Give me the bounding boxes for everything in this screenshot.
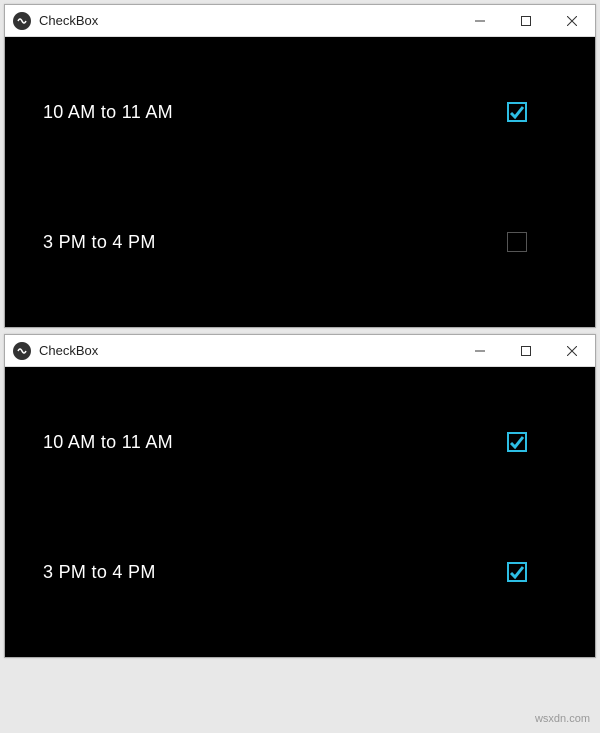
window-title: CheckBox [39,343,457,358]
checkbox-10am[interactable] [507,102,527,122]
window-2: CheckBox 10 AM to 11 AM 3 PM to 4 PM [4,334,596,658]
titlebar: CheckBox [5,5,595,37]
checkbox-row: 3 PM to 4 PM [13,177,587,307]
titlebar: CheckBox [5,335,595,367]
window-1: CheckBox 10 AM to 11 AM 3 PM to 4 PM [4,4,596,328]
window-controls [457,335,595,366]
client-area: 10 AM to 11 AM 3 PM to 4 PM [5,367,595,657]
maximize-button[interactable] [503,5,549,36]
app-icon [13,12,31,30]
checkbox-label: 10 AM to 11 AM [43,432,173,453]
minimize-button[interactable] [457,5,503,36]
checkbox-3pm[interactable] [507,232,527,252]
checkbox-row: 3 PM to 4 PM [13,507,587,637]
close-button[interactable] [549,5,595,36]
watermark: wsxdn.com [535,713,590,725]
client-area: 10 AM to 11 AM 3 PM to 4 PM [5,37,595,327]
maximize-button[interactable] [503,335,549,366]
window-title: CheckBox [39,13,457,28]
checkbox-10am[interactable] [507,432,527,452]
minimize-button[interactable] [457,335,503,366]
checkbox-row: 10 AM to 11 AM [13,377,587,507]
app-icon [13,342,31,360]
checkbox-label: 3 PM to 4 PM [43,562,156,583]
checkbox-label: 3 PM to 4 PM [43,232,156,253]
close-button[interactable] [549,335,595,366]
checkbox-3pm[interactable] [507,562,527,582]
checkbox-row: 10 AM to 11 AM [13,47,587,177]
window-controls [457,5,595,36]
checkbox-label: 10 AM to 11 AM [43,102,173,123]
